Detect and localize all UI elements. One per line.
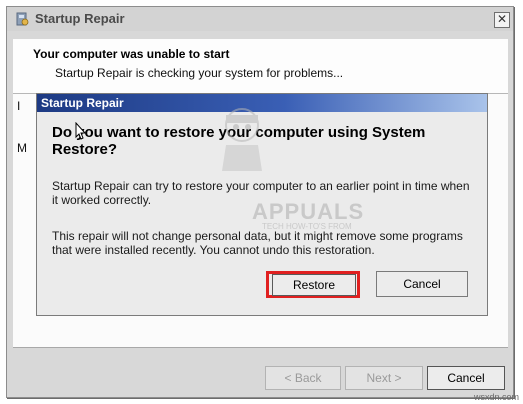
appuals-logo-watermark — [222, 108, 262, 171]
footer-divider — [13, 347, 508, 348]
close-button[interactable]: ✕ — [494, 12, 510, 28]
close-icon: ✕ — [496, 12, 508, 26]
restore-button[interactable]: Restore — [272, 274, 356, 296]
window-title: Startup Repair — [35, 11, 125, 26]
back-button[interactable]: < Back — [265, 366, 341, 390]
dialog-title: Startup Repair — [41, 96, 124, 110]
header-subtitle: Startup Repair is checking your system f… — [55, 66, 344, 80]
site-credit: wsxdn.com — [474, 392, 520, 402]
next-button[interactable]: Next > — [345, 366, 423, 390]
wizard-cancel-button[interactable]: Cancel — [427, 366, 505, 390]
window-header: Your computer was unable to start Startu… — [13, 39, 508, 94]
obscured-text-1: I — [17, 99, 21, 113]
dialog-paragraph-2: This repair will not change personal dat… — [52, 229, 463, 257]
watermark-tagline: TECH HOW-TO'S FROM — [262, 222, 352, 231]
startup-repair-icon — [16, 12, 29, 26]
header-title: Your computer was unable to start — [33, 47, 230, 61]
obscured-text-2: M — [17, 141, 27, 155]
dialog-cancel-button[interactable]: Cancel — [376, 271, 468, 297]
window-titlebar: Startup Repair ✕ — [7, 7, 513, 31]
mouse-cursor-icon — [75, 122, 87, 140]
